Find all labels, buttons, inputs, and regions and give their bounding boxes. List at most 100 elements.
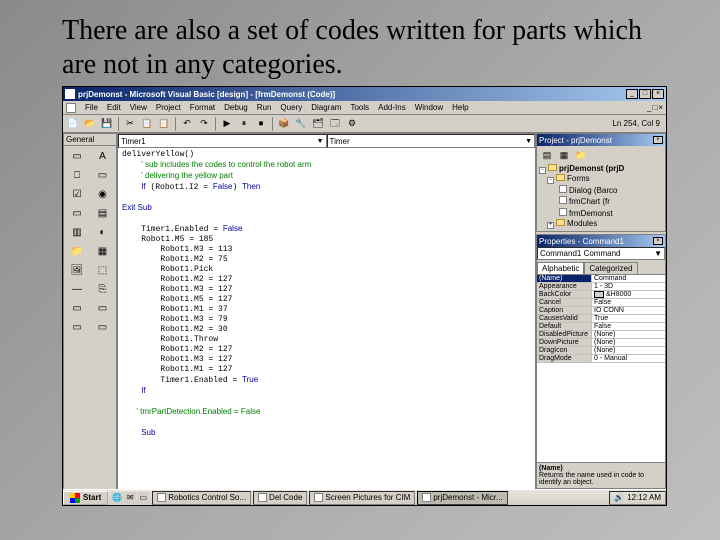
maximize-button[interactable]: □ <box>639 89 651 99</box>
listbox-tool[interactable]: ◐ <box>91 223 115 241</box>
undo-icon[interactable]: ↶ <box>179 117 195 131</box>
property-row[interactable]: CancelFalse <box>537 299 665 307</box>
tray-icon[interactable]: 🔊 <box>614 493 624 502</box>
menu-run[interactable]: Run <box>257 103 272 112</box>
ql-icon[interactable]: ▭ <box>137 492 149 504</box>
view-object-icon[interactable]: ▦ <box>556 148 572 162</box>
property-value[interactable]: 1 - 3D <box>592 283 665 290</box>
property-value[interactable]: Command <box>592 275 665 282</box>
menu-view[interactable]: View <box>130 103 147 112</box>
property-value[interactable]: 0 - Manual <box>592 355 665 362</box>
property-value[interactable]: IO CONN <box>592 307 665 314</box>
minimize-button[interactable]: _ <box>626 89 638 99</box>
menu-edit[interactable]: Edit <box>107 103 121 112</box>
tab-alphabetic[interactable]: Alphabetic <box>537 262 584 274</box>
menu-help[interactable]: Help <box>452 103 468 112</box>
optionbutton-tool[interactable]: ▤ <box>91 204 115 222</box>
break-icon[interactable]: ⏸ <box>236 117 252 131</box>
mdi-close-button[interactable]: × <box>658 103 663 112</box>
object-selector[interactable]: Command1 Command▼ <box>537 247 665 260</box>
project-explorer-icon[interactable]: 📦 <box>276 117 292 131</box>
property-row[interactable]: (Name)Command <box>537 275 665 283</box>
toggle-folders-icon[interactable]: 📁 <box>573 148 589 162</box>
close-icon[interactable]: × <box>653 237 663 245</box>
view-code-icon[interactable]: ▤ <box>539 148 555 162</box>
menu-format[interactable]: Format <box>190 103 215 112</box>
property-row[interactable]: DefaultFalse <box>537 323 665 331</box>
copy-icon[interactable]: 📋 <box>139 117 155 131</box>
label-tool[interactable]: ⎕ <box>65 166 89 184</box>
save-icon[interactable]: 💾 <box>99 117 115 131</box>
property-value[interactable]: True <box>592 315 665 322</box>
tree-form-item[interactable]: frmChart (fr <box>539 196 663 207</box>
shape-tool[interactable]: ▭ <box>65 299 89 317</box>
menu-window[interactable]: Window <box>415 103 443 112</box>
taskbar-task[interactable]: Robotics Control So... <box>152 491 251 505</box>
taskbar-task[interactable]: Screen Pictures for CIM <box>309 491 415 505</box>
property-value[interactable]: False <box>592 299 665 306</box>
property-value[interactable]: (None) <box>592 347 665 354</box>
end-icon[interactable]: ⏹ <box>253 117 269 131</box>
open-icon[interactable]: 📂 <box>82 117 98 131</box>
taskbar-task[interactable]: Del Code <box>253 491 307 505</box>
procedure-dropdown[interactable]: Timer▼ <box>327 134 536 148</box>
menu-tools[interactable]: Tools <box>350 103 369 112</box>
combobox-tool[interactable]: ▥ <box>65 223 89 241</box>
property-row[interactable]: DragMode0 - Manual <box>537 355 665 363</box>
toolbox-icon[interactable]: ⚙ <box>344 117 360 131</box>
cut-icon[interactable]: ✂ <box>122 117 138 131</box>
ql-icon[interactable]: 🌐 <box>111 492 123 504</box>
taskbar-task[interactable]: prjDemonst - Micr... <box>417 491 507 505</box>
menu-project[interactable]: Project <box>156 103 181 112</box>
mdi-minimize-button[interactable]: _ <box>647 103 651 112</box>
frame-tool[interactable]: ☑ <box>65 185 89 203</box>
property-row[interactable]: DragIcon(None) <box>537 347 665 355</box>
menu-query[interactable]: Query <box>280 103 302 112</box>
property-row[interactable]: Appearance1 - 3D <box>537 283 665 291</box>
ql-icon[interactable]: ✉ <box>124 492 136 504</box>
tree-modules-folder[interactable]: +Modules <box>539 219 663 229</box>
hscrollbar-tool[interactable]: 📁 <box>65 242 89 260</box>
tree-form-item[interactable]: frmDemonst <box>539 208 663 219</box>
paste-icon[interactable]: 📋 <box>156 117 172 131</box>
menu-addins[interactable]: Add-Ins <box>378 103 406 112</box>
filelistbox-tool[interactable]: ⎘ <box>91 280 115 298</box>
menu-diagram[interactable]: Diagram <box>311 103 341 112</box>
drivelistbox-tool[interactable]: ⬚ <box>91 261 115 279</box>
dirlistbox-tool[interactable]: — <box>65 280 89 298</box>
property-value[interactable]: &H8000 <box>592 291 665 298</box>
mdi-maximize-button[interactable]: □ <box>652 103 657 112</box>
tree-project-node[interactable]: -prjDemonst (prjD <box>539 164 663 174</box>
checkbox-tool[interactable]: ▭ <box>65 204 89 222</box>
property-value[interactable]: (None) <box>592 331 665 338</box>
line-tool[interactable]: ▭ <box>91 299 115 317</box>
data-tool[interactable]: ▭ <box>91 318 115 336</box>
menu-file[interactable]: File <box>85 103 98 112</box>
start-button[interactable]: Start <box>63 491 108 505</box>
property-value[interactable]: (None) <box>592 339 665 346</box>
code-editor[interactable]: deliverYellow() ' sub includes the codes… <box>118 148 535 490</box>
property-row[interactable]: DownPicture(None) <box>537 339 665 347</box>
menu-debug[interactable]: Debug <box>224 103 248 112</box>
titlebar[interactable]: prjDemonst - Microsoft Visual Basic [des… <box>63 87 666 101</box>
property-row[interactable]: BackColor&H8000 <box>537 291 665 299</box>
redo-icon[interactable]: ↷ <box>196 117 212 131</box>
timer-tool[interactable]: 🖼 <box>65 261 89 279</box>
property-row[interactable]: CaptionIO CONN <box>537 307 665 315</box>
picturebox-tool[interactable]: A <box>91 147 115 165</box>
commandbutton-tool[interactable]: ◉ <box>91 185 115 203</box>
object-browser-icon[interactable]: 🗔 <box>327 117 343 131</box>
new-icon[interactable]: 📄 <box>65 117 81 131</box>
property-row[interactable]: CausesValidTrue <box>537 315 665 323</box>
property-row[interactable]: DisabledPicture(None) <box>537 331 665 339</box>
pointer-tool[interactable]: ▭ <box>65 147 89 165</box>
properties-icon[interactable]: 🔧 <box>293 117 309 131</box>
tab-categorized[interactable]: Categorized <box>584 262 637 274</box>
tree-forms-folder[interactable]: -Forms <box>539 174 663 184</box>
close-button[interactable]: × <box>652 89 664 99</box>
object-dropdown[interactable]: Timer1▼ <box>118 134 327 148</box>
tree-form-item[interactable]: Dialog (Barco <box>539 185 663 196</box>
textbox-tool[interactable]: ▭ <box>91 166 115 184</box>
start-icon[interactable]: ▶ <box>219 117 235 131</box>
vscrollbar-tool[interactable]: ▦ <box>91 242 115 260</box>
